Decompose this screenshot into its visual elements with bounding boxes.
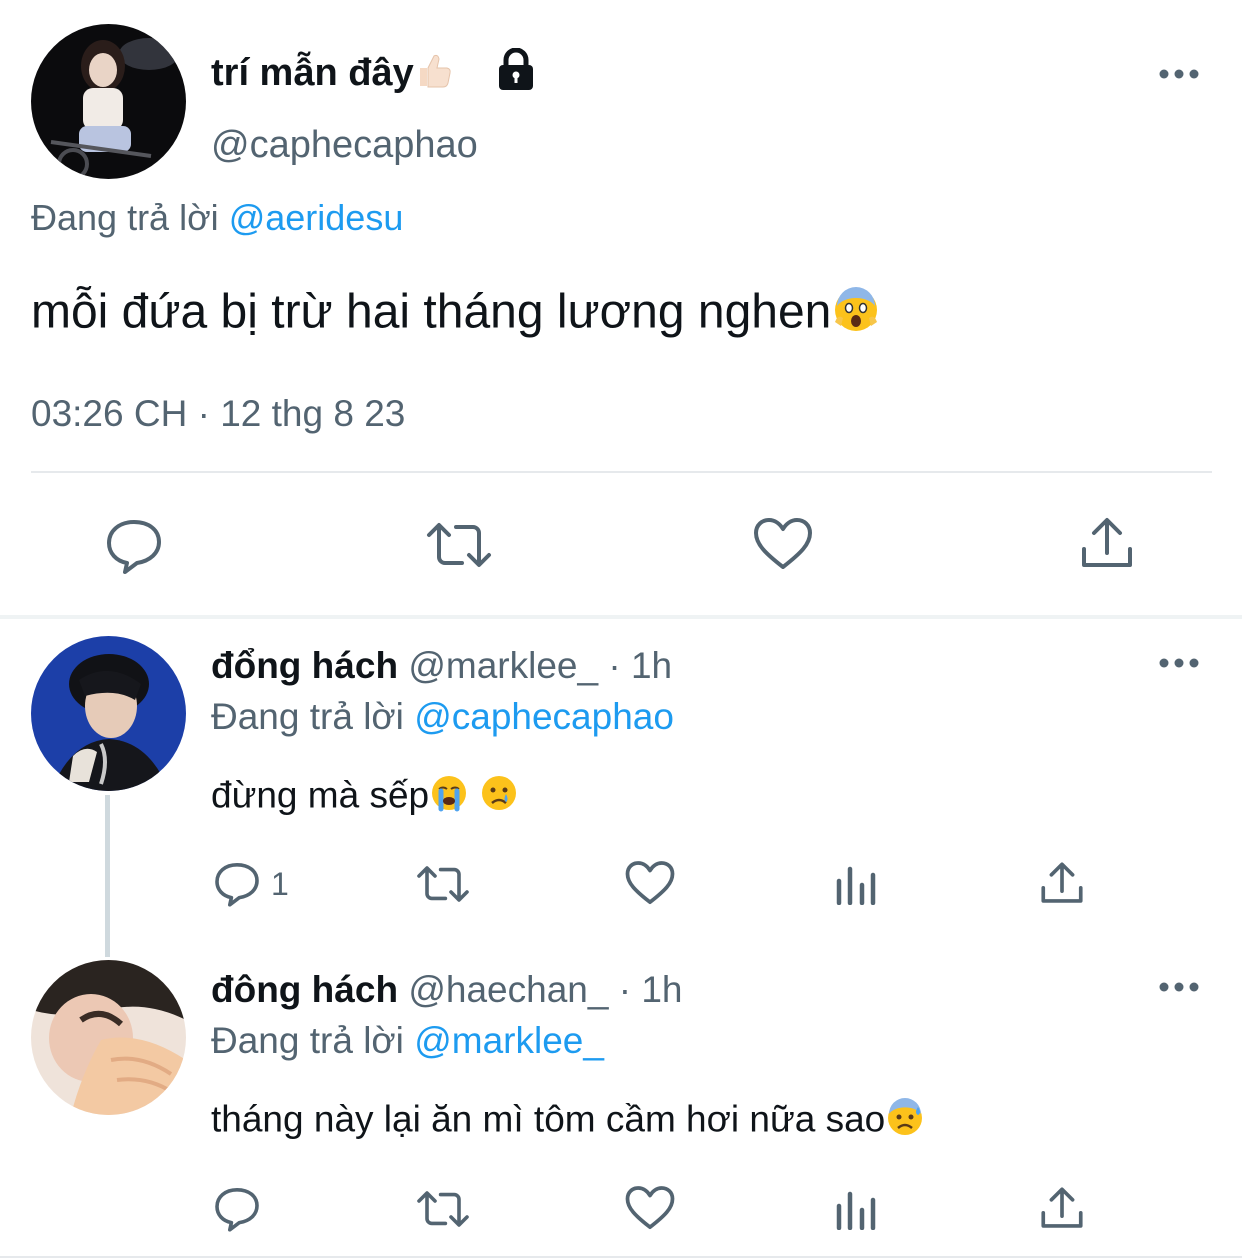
- lock-icon: [496, 47, 536, 97]
- thumbs-up-emoji: [414, 50, 454, 100]
- reply-button[interactable]: [213, 1185, 271, 1233]
- replying-to-label: Đang trả lời: [211, 1020, 404, 1061]
- scream-emoji: [831, 284, 881, 346]
- share-button[interactable]: [1080, 515, 1134, 571]
- mention-link[interactable]: @caphecaphao: [414, 696, 674, 737]
- section-divider: [0, 615, 1242, 619]
- avatar-reply-1[interactable]: [31, 636, 186, 791]
- bottom-divider: [0, 1256, 1242, 1258]
- more-icon[interactable]: [1158, 655, 1200, 676]
- anxious-sweat-emoji: [885, 1097, 925, 1146]
- reply-button[interactable]: 1: [213, 860, 289, 908]
- analytics-button[interactable]: [835, 863, 877, 905]
- like-button[interactable]: [625, 1185, 675, 1231]
- tweet-text: mỗi đứa bị trừ hai tháng lương nghen: [31, 284, 881, 346]
- like-button[interactable]: [625, 860, 675, 906]
- replying-to-label: Đang trả lời: [211, 696, 404, 737]
- share-button[interactable]: [1040, 1185, 1084, 1231]
- display-name[interactable]: đổng hách: [211, 645, 398, 686]
- retweet-icon: [417, 866, 469, 902]
- reply-button[interactable]: [104, 517, 164, 575]
- display-name[interactable]: đông hách: [211, 969, 398, 1010]
- retweet-button[interactable]: [415, 862, 471, 906]
- reply-text-content: đừng mà sếp: [211, 774, 430, 816]
- timestamp[interactable]: 03:26 CH · 12 thg 8 23: [31, 393, 405, 435]
- handle[interactable]: @haechan_: [408, 969, 608, 1010]
- reply-icon: [215, 1188, 259, 1232]
- more-icon[interactable]: [1158, 66, 1200, 87]
- reply-header: đông hách @haechan_ · 1h: [211, 969, 682, 1011]
- thread-connector: [105, 795, 110, 957]
- loudly-crying-emoji: [429, 773, 469, 822]
- share-icon: [1041, 862, 1083, 903]
- handle[interactable]: @caphecaphao: [211, 124, 478, 167]
- more-icon[interactable]: [1158, 979, 1200, 1000]
- replying-to: Đang trả lời @marklee_: [211, 1020, 604, 1062]
- mention-link[interactable]: @marklee_: [414, 1020, 604, 1061]
- time[interactable]: · 1h: [608, 645, 672, 686]
- replying-to: Đang trả lời @caphecaphao: [211, 696, 674, 738]
- retweet-icon: [427, 523, 491, 567]
- analytics-icon: [836, 866, 876, 905]
- tweet-text-content: mỗi đứa bị trừ hai tháng lương nghen: [31, 285, 832, 339]
- handle[interactable]: @marklee_: [408, 645, 598, 686]
- display-name-text: trí mẫn đây: [211, 52, 414, 95]
- reply-text: đừng mà sếp: [211, 773, 519, 822]
- reply-icon: [215, 863, 259, 907]
- analytics-icon: [836, 1191, 876, 1230]
- share-icon: [1041, 1187, 1083, 1228]
- reply-icon: [107, 520, 161, 574]
- reply-count: 1: [271, 865, 289, 902]
- reply-header: đổng hách @marklee_ · 1h: [211, 645, 672, 687]
- share-button[interactable]: [1040, 860, 1084, 906]
- avatar-main[interactable]: [31, 24, 186, 179]
- avatar-reply-2[interactable]: [31, 960, 186, 1115]
- mention-link[interactable]: @aeridesu: [229, 197, 404, 238]
- retweet-button[interactable]: [415, 1187, 471, 1231]
- time[interactable]: · 1h: [619, 969, 683, 1010]
- replying-to: Đang trả lời @aeridesu: [31, 197, 403, 239]
- reply-text-content: tháng này lại ăn mì tôm cầm hơi nữa sao: [211, 1098, 886, 1140]
- like-icon: [625, 1186, 675, 1230]
- crying-emoji: [479, 773, 519, 822]
- replying-to-label: Đang trả lời: [31, 197, 219, 238]
- like-icon: [754, 518, 812, 569]
- analytics-button[interactable]: [835, 1188, 877, 1230]
- share-icon: [1082, 518, 1132, 567]
- reply-text: tháng này lại ăn mì tôm cầm hơi nữa sao: [211, 1097, 925, 1146]
- retweet-button[interactable]: [424, 519, 494, 571]
- like-icon: [625, 861, 675, 905]
- divider: [31, 471, 1212, 473]
- like-button[interactable]: [753, 517, 813, 571]
- retweet-icon: [417, 1191, 469, 1227]
- display-name[interactable]: trí mẫn đây: [211, 50, 454, 100]
